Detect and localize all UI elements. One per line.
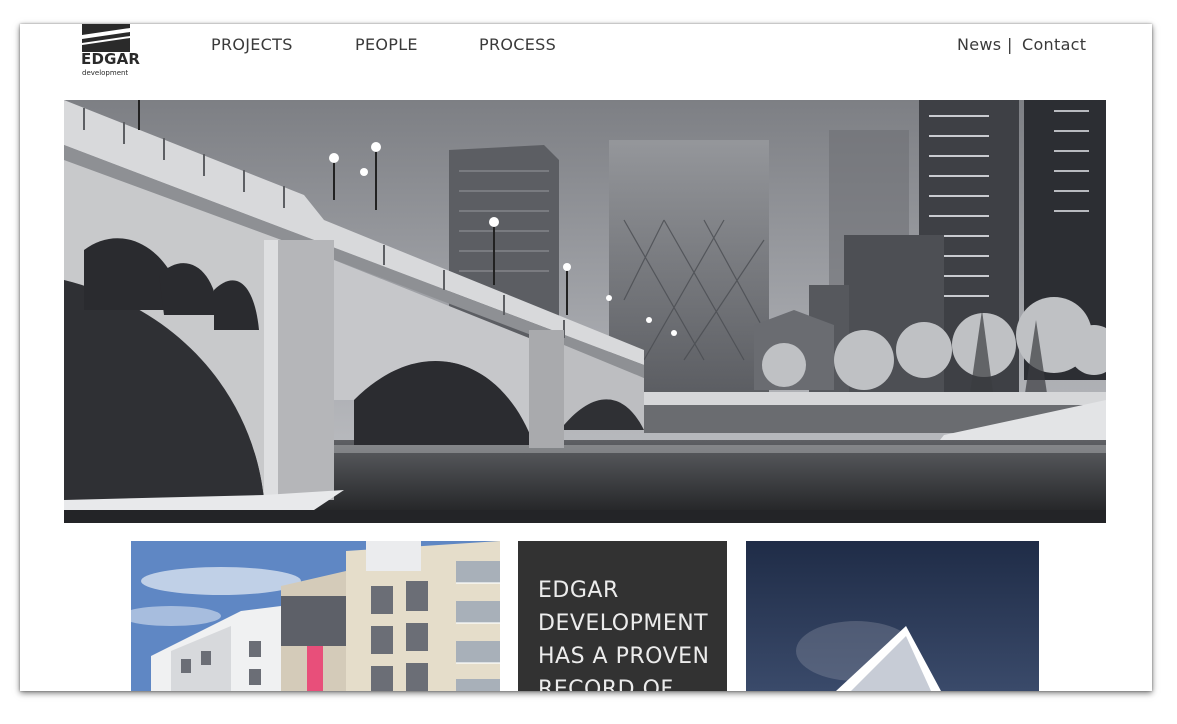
logo-tagline: development	[82, 69, 129, 77]
logo-wordmark: EDGAR	[81, 50, 141, 68]
logo-mark-icon	[82, 24, 130, 52]
nav-news[interactable]: News	[957, 34, 1001, 56]
nav-people[interactable]: PEOPLE	[355, 34, 418, 56]
feature-text: EDGAR DEVELOPMENT HAS A PROVEN RECORD OF	[538, 578, 710, 691]
project-image	[131, 541, 500, 691]
page: EDGAR development PROJECTS PEOPLE PROCES…	[20, 24, 1152, 691]
project-image-night	[746, 541, 1039, 691]
nav-contact[interactable]: Contact	[1022, 34, 1086, 56]
project-tile-residential[interactable]	[131, 541, 500, 691]
nav-projects[interactable]: PROJECTS	[211, 34, 293, 56]
project-tile-night[interactable]	[746, 541, 1039, 691]
hero-image	[64, 100, 1106, 523]
feature-text-tile[interactable]: EDGAR DEVELOPMENT HAS A PROVEN RECORD OF	[518, 541, 727, 691]
nav-separator: |	[1007, 35, 1013, 54]
nav-process[interactable]: PROCESS	[479, 34, 556, 56]
edgar-logo[interactable]: EDGAR development	[81, 24, 140, 79]
